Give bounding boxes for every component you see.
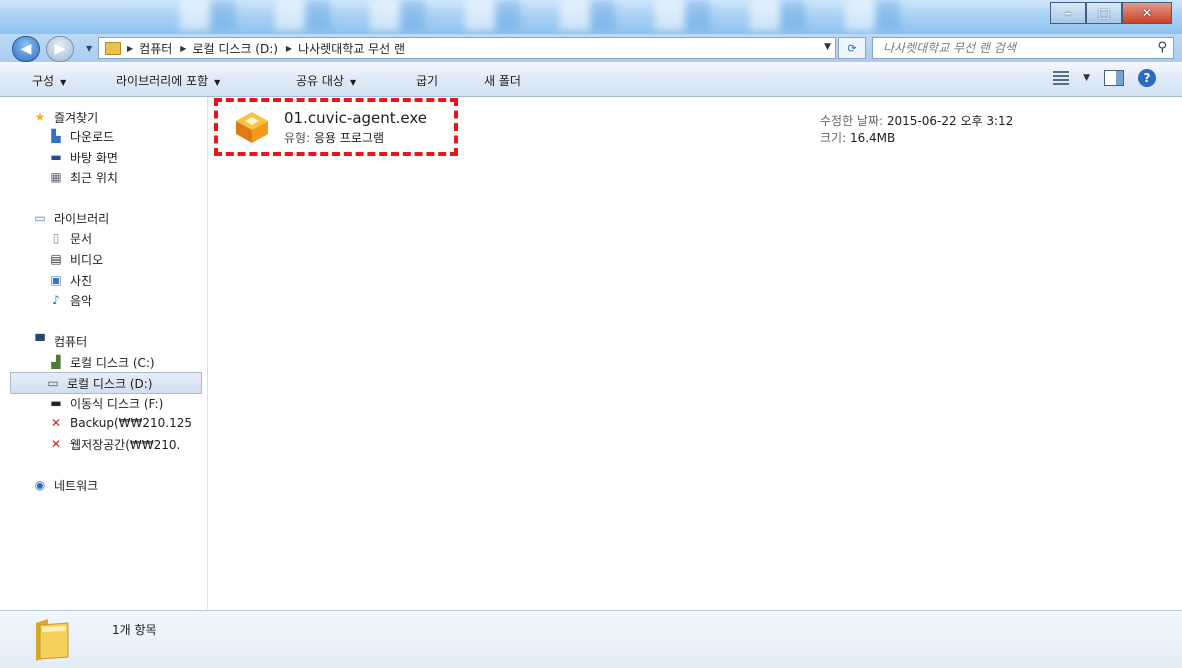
music-icon: ♪ xyxy=(52,293,60,307)
breadcrumb-current-folder[interactable]: ▶ 나사렛대학교 무선 랜 xyxy=(286,40,405,57)
maximize-button[interactable]: □ xyxy=(1086,2,1122,24)
address-bar[interactable]: ▶ 컴퓨터 ▶ 로컬 디스크 (D:) ▶ 나사렛대학교 무선 랜 ▼ xyxy=(98,37,836,59)
nav-item-downloads[interactable]: ▙ 다운로드 xyxy=(48,126,114,146)
chevron-down-icon[interactable]: ▼ xyxy=(1083,73,1090,83)
file-size: 크기: 16.4MB xyxy=(820,131,896,145)
chevron-right-icon: ▶ xyxy=(285,43,293,53)
search-input[interactable] xyxy=(881,38,1145,58)
title-bar[interactable]: – □ ✕ xyxy=(0,0,1182,34)
organize-button[interactable]: 구성 ▼ xyxy=(32,72,66,89)
share-with-button[interactable]: 공유 대상 ▼ xyxy=(296,72,356,89)
star-icon: ★ xyxy=(34,110,46,124)
view-options-icon[interactable] xyxy=(1053,71,1070,85)
nav-favorites[interactable]: ★ 즐겨찾기 xyxy=(32,107,99,127)
nav-item-videos[interactable]: ▤ 비디오 xyxy=(48,249,103,269)
breadcrumb-computer[interactable]: ▶ 컴퓨터 xyxy=(127,40,172,57)
toolbar-right: ▼ ? xyxy=(1053,69,1156,87)
file-modified: 수정한 날짜: 2015-06-22 오후 3:12 xyxy=(820,114,1014,128)
picture-icon: ▣ xyxy=(50,273,62,287)
nav-item-removable-disk-f[interactable]: ▬ 이동식 디스크 (F:) xyxy=(48,393,163,413)
folder-icon xyxy=(36,619,69,661)
chevron-down-icon: ▼ xyxy=(214,78,221,87)
nav-item-documents[interactable]: ▯ 문서 xyxy=(48,228,92,248)
chevron-right-icon: ▶ xyxy=(127,43,134,53)
command-bar: 구성 ▼ 라이브러리에 포함 ▼ 공유 대상 ▼ 굽기 새 폴더 ▼ ? xyxy=(0,62,1182,97)
search-icon[interactable]: ⚲ xyxy=(1157,40,1167,55)
explorer-window: – □ ✕ ◀ ▶ ▼ ▶ 컴퓨터 ▶ 로컬 디스크 (D:) ▶ 나사렛대학교 무선… xyxy=(0,0,1182,668)
include-in-library-button[interactable]: 라이브러리에 포함 ▼ xyxy=(116,72,220,89)
nav-network[interactable]: ◉ 네트워크 xyxy=(32,475,98,495)
library-icon: ▭ xyxy=(34,211,46,225)
application-icon xyxy=(236,112,268,143)
document-icon: ▯ xyxy=(52,231,60,245)
item-count: 1개 항목 xyxy=(112,623,157,637)
preview-pane-icon[interactable] xyxy=(1104,70,1124,86)
nav-item-local-disk-c[interactable]: ▟ 로컬 디스크 (C:) xyxy=(48,352,154,372)
breadcrumb-local-disk-d[interactable]: ▶ 로컬 디스크 (D:) xyxy=(180,40,278,57)
removable-drive-icon: ▬ xyxy=(50,396,62,410)
refresh-icon: ⟳ xyxy=(847,41,857,55)
nav-item-desktop[interactable]: ▬ 바탕 화면 xyxy=(48,147,118,167)
nav-libraries[interactable]: ▭ 라이브러리 xyxy=(32,208,109,228)
disconnected-network-drive-icon: ✕ xyxy=(50,437,62,451)
refresh-button[interactable]: ⟳ xyxy=(838,37,866,59)
desktop-icon: ▬ xyxy=(50,150,62,164)
close-button[interactable]: ✕ xyxy=(1122,2,1172,24)
nav-item-recent-places[interactable]: ▦ 최근 위치 xyxy=(48,167,118,187)
search-box[interactable]: ⚲ xyxy=(872,37,1174,59)
file-list: 01.cuvic-agent.exe 유형: 응용 프로그램 수정한 날짜: 2… xyxy=(208,97,1174,609)
chevron-down-icon: ▼ xyxy=(60,78,67,87)
system-drive-icon: ▟ xyxy=(51,355,61,369)
chevron-down-icon: ▼ xyxy=(349,78,357,87)
recent-places-icon: ▦ xyxy=(50,170,62,184)
nav-computer[interactable]: ▀ 컴퓨터 xyxy=(32,331,87,351)
details-pane: 1개 항목 xyxy=(0,610,1182,668)
file-name[interactable]: 01.cuvic-agent.exe xyxy=(284,109,427,127)
folder-icon xyxy=(105,41,121,55)
new-folder-button[interactable]: 새 폴더 xyxy=(484,72,521,89)
file-item-cuvic-agent[interactable]: 01.cuvic-agent.exe 유형: 응용 프로그램 xyxy=(212,97,458,157)
nav-item-backup-network-drive[interactable]: ✕ Backup(₩₩210.125 xyxy=(48,413,192,433)
computer-icon: ▀ xyxy=(35,334,45,348)
video-icon: ▤ xyxy=(50,252,62,266)
nav-item-local-disk-d[interactable]: ▭ 로컬 디스크 (D:) xyxy=(10,372,202,394)
navigation-pane: ★ 즐겨찾기 ▙ 다운로드 ▬ 바탕 화면 ▦ 최근 위치 ▭ 라이브러리 ▯ 문서 ▤ 비디… xyxy=(6,97,208,609)
hard-drive-icon: ▭ xyxy=(47,376,59,390)
help-icon[interactable]: ? xyxy=(1138,69,1156,87)
network-icon: ◉ xyxy=(34,478,46,492)
title-bar-decoration xyxy=(140,0,920,30)
chevron-right-icon: ▶ xyxy=(180,43,187,53)
file-type: 유형: 응용 프로그램 xyxy=(284,131,385,145)
forward-button[interactable]: ▶ xyxy=(46,36,74,62)
nav-item-web-storage-drive[interactable]: ✕ 웹저장공간(₩₩210. xyxy=(48,434,180,454)
back-button[interactable]: ◀ xyxy=(12,36,40,62)
nav-item-music[interactable]: ♪ 음악 xyxy=(48,290,92,310)
minimize-button[interactable]: – xyxy=(1050,2,1086,24)
download-folder-icon: ▙ xyxy=(51,129,61,143)
disconnected-network-drive-icon: ✕ xyxy=(50,416,62,430)
address-dropdown-icon[interactable]: ▼ xyxy=(824,42,831,52)
window-controls: – □ ✕ xyxy=(1050,2,1172,24)
address-row: ◀ ▶ ▼ ▶ 컴퓨터 ▶ 로컬 디스크 (D:) ▶ 나사렛대학교 무선 랜 ▼ ⟳… xyxy=(0,34,1182,62)
nav-item-pictures[interactable]: ▣ 사진 xyxy=(48,270,92,290)
arrow-right-icon: ▶ xyxy=(54,41,66,57)
recent-pages-dropdown[interactable]: ▼ xyxy=(86,44,92,53)
burn-button[interactable]: 굽기 xyxy=(416,72,438,89)
arrow-left-icon: ◀ xyxy=(20,41,32,57)
